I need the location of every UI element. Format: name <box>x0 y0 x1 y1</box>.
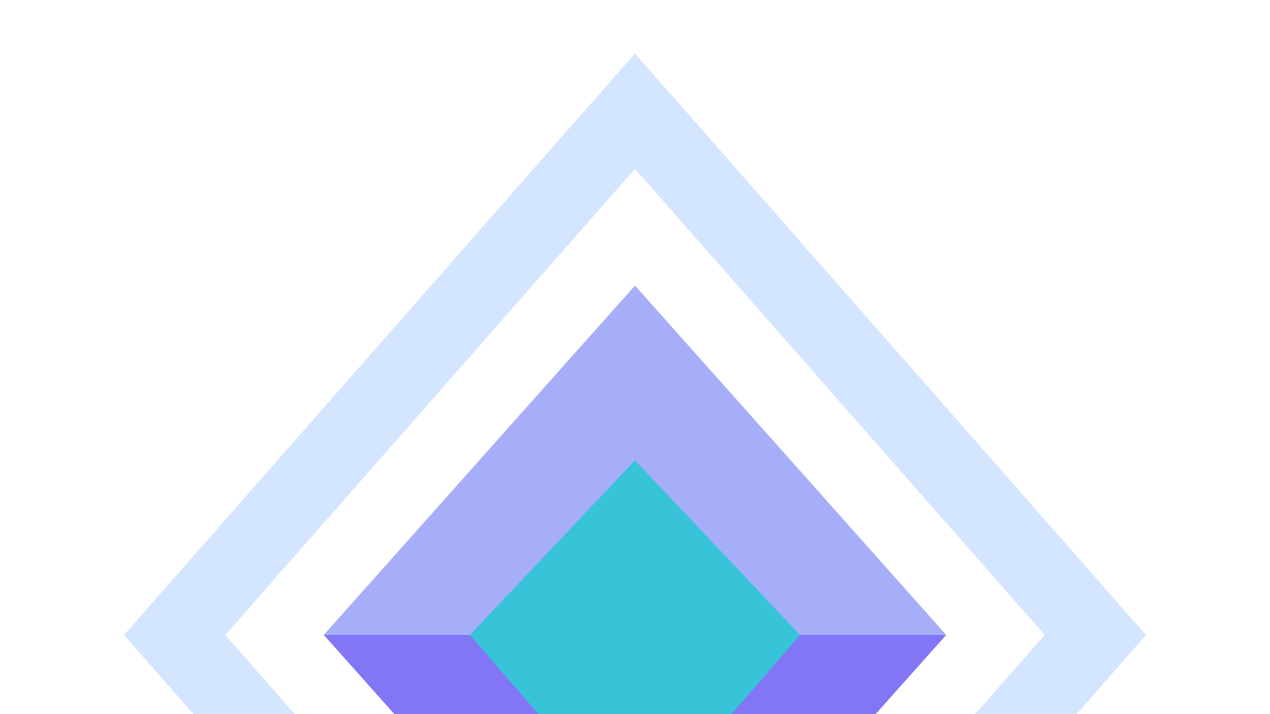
app-window: 神州问学 Smart Vision 对话 智能文件夹 工具集 应用市场 系统设置… <box>0 0 1270 714</box>
brand-logo: 神州问学 Smart Vision <box>0 0 1270 714</box>
sidebar: 神州问学 Smart Vision 对话 智能文件夹 工具集 应用市场 系统设置… <box>0 0 1270 714</box>
